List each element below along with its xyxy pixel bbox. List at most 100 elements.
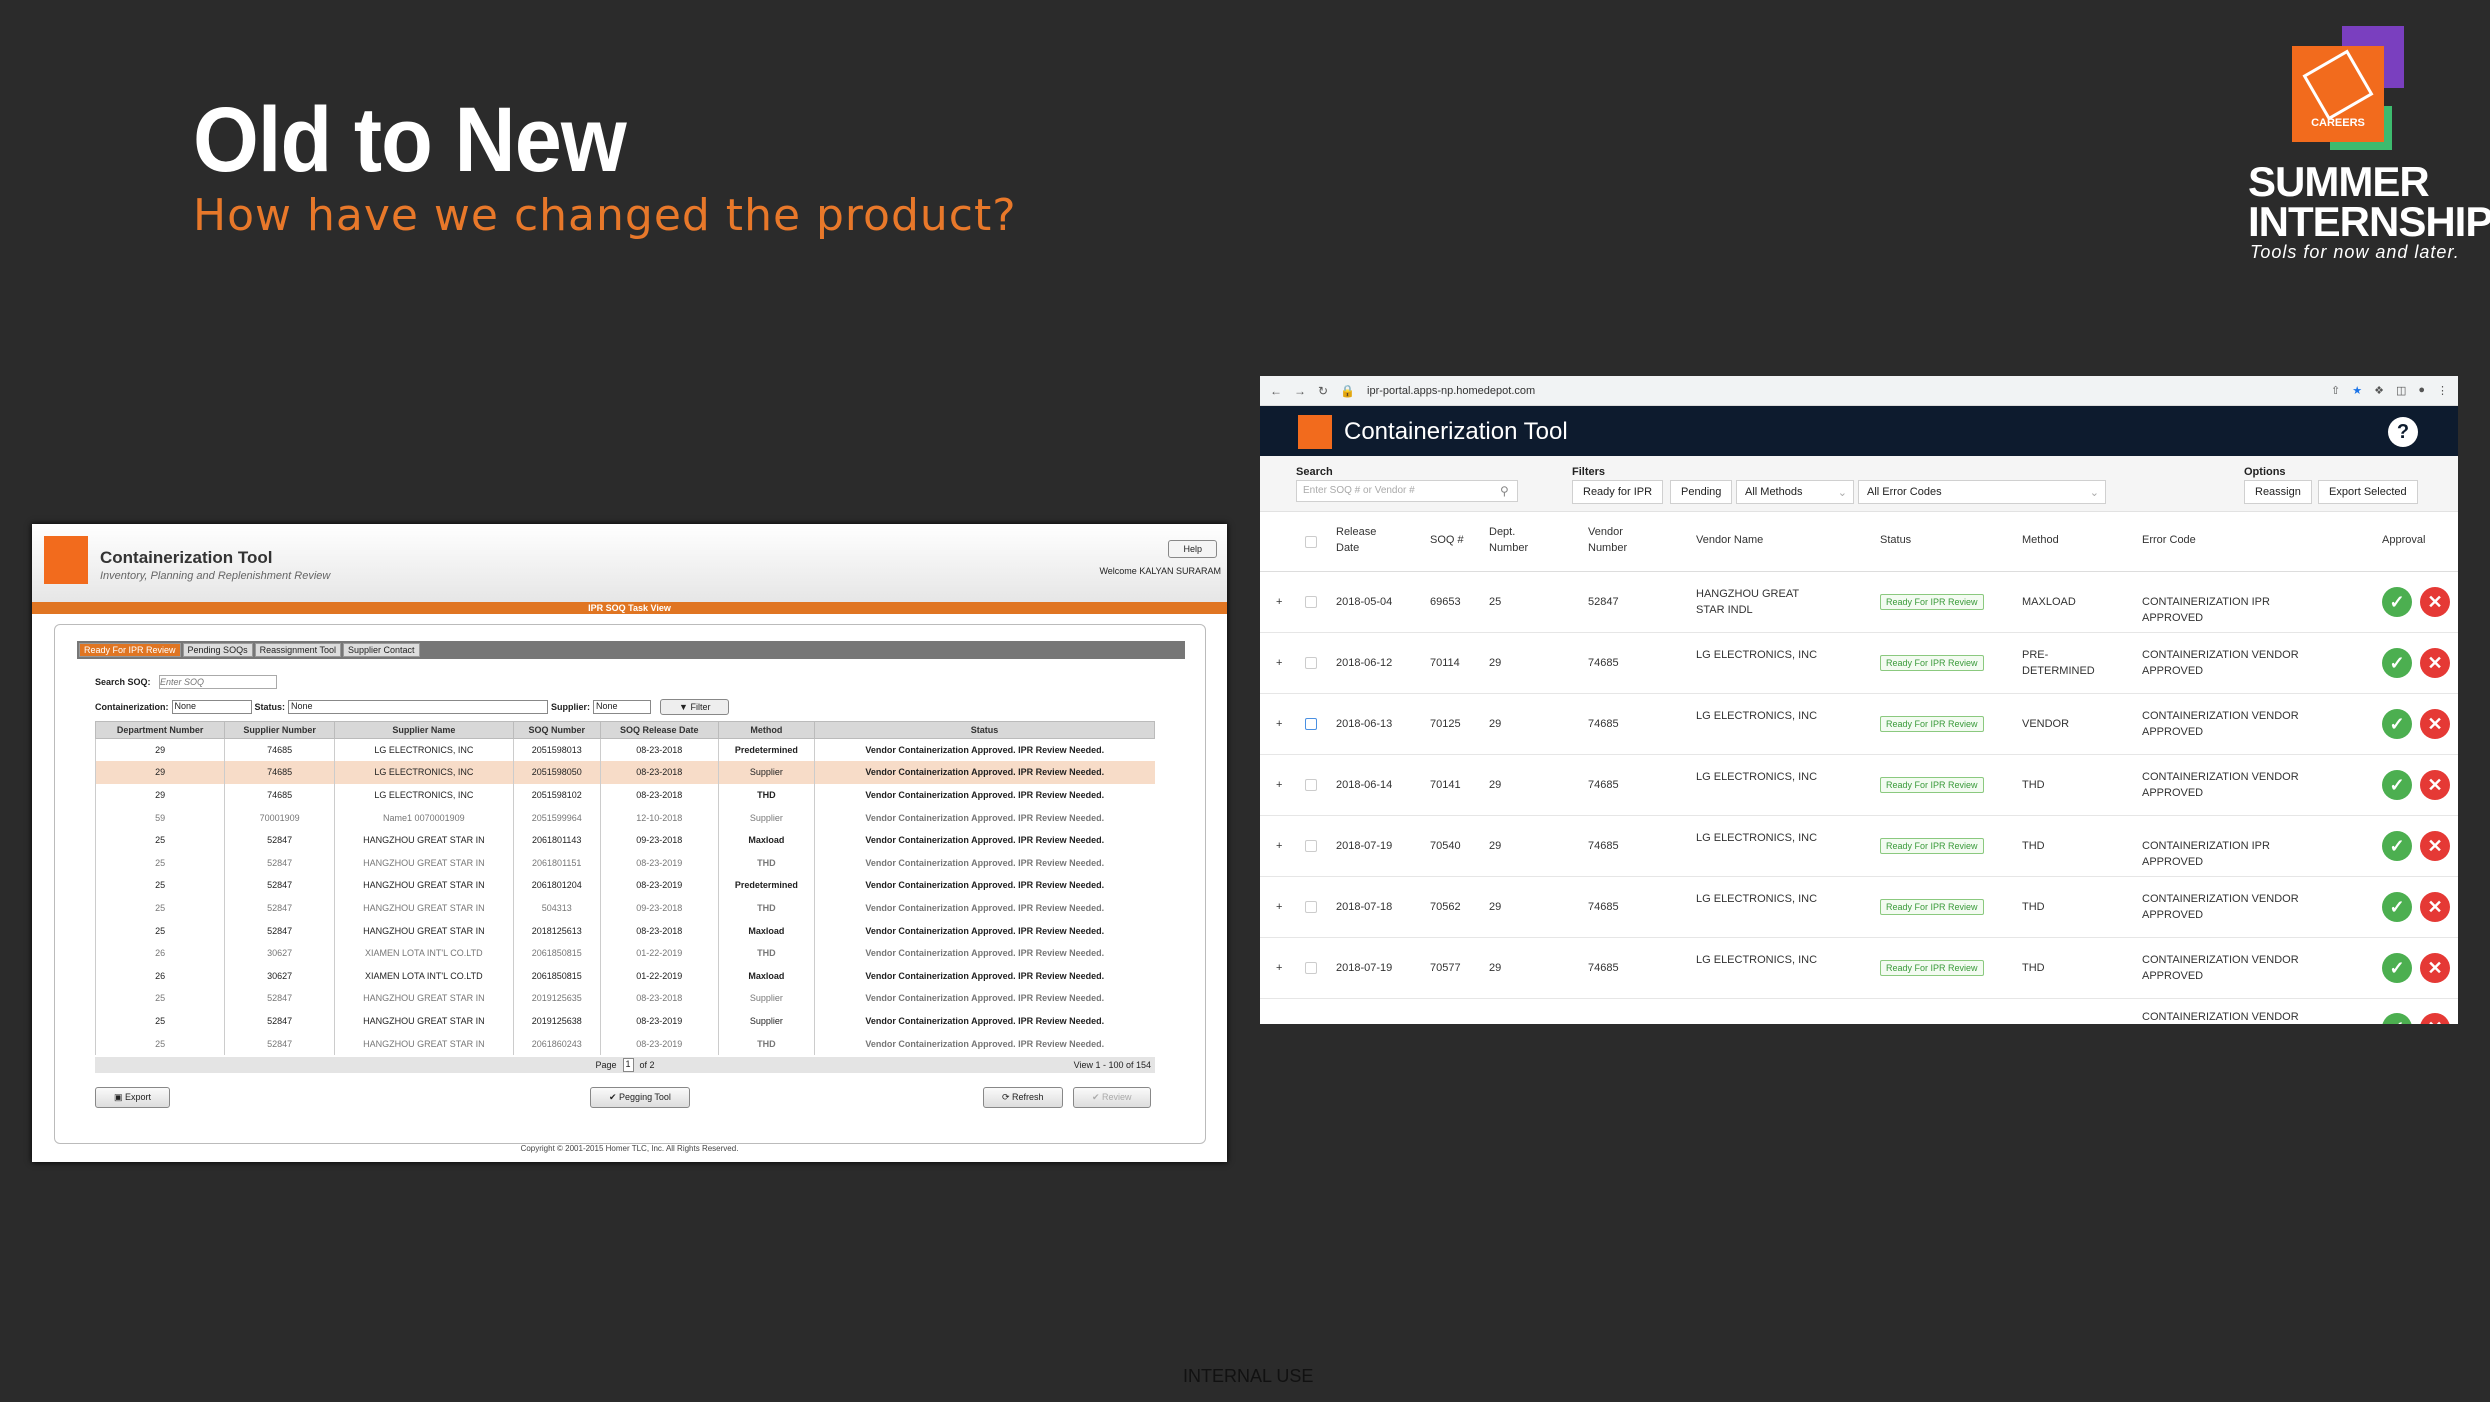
table-row[interactable]: 25 52847 HANGZHOU GREAT STAR IN 2061860243 0…: [94, 1032, 1155, 1055]
col-soq[interactable]: SOQ #: [1430, 532, 1464, 548]
table-row[interactable]: 29 74685 LG ELECTRONICS, INC 2051598102 08-2…: [94, 783, 1155, 807]
table-row[interactable]: +2018-07-19 70577 29 74685 LG ELECTRONICS, I…: [1260, 938, 2458, 999]
old-pegging-button[interactable]: ✔ Pegging Tool: [590, 1087, 690, 1108]
approve-check-icon[interactable]: ✓: [2382, 709, 2412, 739]
share-icon[interactable]: ⇧: [2331, 384, 2340, 397]
approve-check-icon[interactable]: ✓: [2382, 770, 2412, 800]
old-export-button[interactable]: ▣ Export: [95, 1087, 171, 1108]
old-filter-button[interactable]: ▼ Filter: [660, 699, 730, 715]
row-checkbox[interactable]: [1305, 596, 1317, 608]
expand-icon[interactable]: +: [1276, 777, 1282, 793]
search-input[interactable]: Enter SOQ # or Vendor #: [1296, 480, 1518, 502]
old-search-input[interactable]: [159, 675, 278, 689]
row-checkbox[interactable]: [1305, 718, 1317, 730]
reload-icon[interactable]: ↻: [1318, 384, 1328, 398]
old-refresh-button[interactable]: ⟳ Refresh: [983, 1087, 1063, 1108]
method-select[interactable]: All Methods ⌄: [1736, 480, 1854, 504]
table-row[interactable]: +2018-07-19 70540 29 74685 LG ELECTRONICS, I…: [1260, 816, 2458, 877]
containerization-select[interactable]: None: [171, 700, 252, 714]
error-code-select[interactable]: All Error Codes ⌄: [1858, 480, 2106, 504]
old-tab-pending[interactable]: Pending SOQs: [182, 643, 253, 657]
expand-icon[interactable]: +: [1276, 655, 1282, 671]
col-release-date[interactable]: Release Date: [1336, 524, 1396, 556]
table-row[interactable]: 29 74685 LG ELECTRONICS, INC 2051598013 08-2…: [94, 738, 1155, 762]
profile-icon[interactable]: ●: [2418, 384, 2425, 397]
row-checkbox[interactable]: [1305, 840, 1317, 852]
table-row[interactable]: 26 30627 XIAMEN LOTA INT'L CO.LTD 206185081…: [94, 941, 1155, 965]
table-row[interactable]: 25 52847 HANGZHOU GREAT STAR IN 2061801204 0…: [94, 874, 1155, 897]
table-row[interactable]: +2018-07-18 70562 29 74685 LG ELECTRONICS, I…: [1260, 877, 2458, 938]
col-department[interactable]: Department Number: [94, 721, 226, 739]
search-icon[interactable]: ⚲: [1500, 484, 1509, 498]
expand-icon[interactable]: +: [1276, 594, 1282, 610]
pager-page-input[interactable]: 1: [622, 1058, 634, 1072]
row-checkbox[interactable]: [1305, 962, 1317, 974]
reject-close-icon[interactable]: ✕: [2420, 709, 2450, 739]
supplier-select[interactable]: None: [593, 700, 652, 714]
col-error-code[interactable]: Error Code: [2142, 532, 2196, 548]
table-row[interactable]: 29 74685 LG ELECTRONICS, INC 2051598050 08-2…: [94, 761, 1155, 784]
table-row[interactable]: 26 30627 XIAMEN LOTA INT'L CO.LTD 206185081…: [94, 964, 1155, 988]
col-dept[interactable]: Dept. Number: [1489, 524, 1541, 556]
approve-check-icon[interactable]: ✓: [2382, 587, 2412, 617]
expand-icon[interactable]: +: [1276, 838, 1282, 854]
menu-icon[interactable]: ⋮: [2437, 384, 2448, 397]
reject-close-icon[interactable]: ✕: [2420, 831, 2450, 861]
table-row[interactable]: 25 52847 HANGZHOU GREAT STAR IN 504313 09-23…: [94, 896, 1155, 920]
filter-ready-button[interactable]: Ready for IPR: [1572, 480, 1664, 504]
old-review-button[interactable]: ✔ Review: [1073, 1087, 1151, 1108]
col-method[interactable]: Method: [2022, 532, 2059, 548]
col-release-date[interactable]: SOQ Release Date: [599, 721, 719, 739]
expand-icon[interactable]: +: [1276, 716, 1282, 732]
reject-close-icon[interactable]: ✕: [2420, 1013, 2450, 1024]
expand-icon[interactable]: +: [1276, 899, 1282, 915]
col-status[interactable]: Status: [1880, 532, 1911, 548]
export-selected-button[interactable]: Export Selected: [2318, 480, 2418, 504]
table-row[interactable]: 25 52847 HANGZHOU GREAT STAR IN 2019125638 0…: [94, 1009, 1155, 1033]
reject-close-icon[interactable]: ✕: [2420, 587, 2450, 617]
reject-close-icon[interactable]: ✕: [2420, 953, 2450, 983]
forward-icon[interactable]: →: [1294, 384, 1306, 398]
old-tab-ready[interactable]: Ready For IPR Review: [79, 643, 181, 657]
table-row[interactable]: +2018-06-14 70141 29 74685 LG ELECTRONICS, I…: [1260, 755, 2458, 816]
expand-icon[interactable]: +: [1276, 960, 1282, 976]
col-status[interactable]: Status: [814, 721, 1155, 739]
row-checkbox[interactable]: [1305, 901, 1317, 913]
sidebar-icon[interactable]: ◫: [2396, 384, 2406, 397]
reject-close-icon[interactable]: ✕: [2420, 648, 2450, 678]
approve-check-icon[interactable]: ✓: [2382, 953, 2412, 983]
select-all-checkbox[interactable]: [1305, 536, 1317, 548]
table-row[interactable]: +2018-05-04 69653 25 52847 HANGZHOU GREAT ST…: [1260, 572, 2458, 633]
approve-check-icon[interactable]: ✓: [2382, 1013, 2412, 1024]
browser-url[interactable]: ipr-portal.apps-np.homedepot.com: [1367, 385, 1535, 397]
col-supplier-name[interactable]: Supplier Name: [333, 721, 514, 739]
table-row[interactable]: 59 70001909 Name1 0070001909 2051599964 12-1…: [94, 806, 1155, 829]
table-row[interactable]: 25 52847 HANGZHOU GREAT STAR IN 2019125635 0…: [94, 987, 1155, 1010]
old-tab-supplier-contact[interactable]: Supplier Contact: [342, 643, 420, 657]
table-row[interactable]: 25 52847 HANGZHOU GREAT STAR IN 2061801143 0…: [94, 828, 1155, 852]
reject-close-icon[interactable]: ✕: [2420, 892, 2450, 922]
row-checkbox[interactable]: [1305, 779, 1317, 791]
table-row[interactable]: +2018-06-13 70125 29 74685 LG ELECTRONICS, I…: [1260, 694, 2458, 755]
row-checkbox[interactable]: [1305, 657, 1317, 669]
approve-check-icon[interactable]: ✓: [2382, 831, 2412, 861]
old-tab-reassignment[interactable]: Reassignment Tool: [254, 643, 341, 657]
help-icon[interactable]: ?: [2388, 417, 2418, 447]
filter-pending-button[interactable]: Pending: [1670, 480, 1733, 504]
extensions-icon[interactable]: ❖: [2374, 384, 2384, 397]
table-row[interactable]: +2018-06-12 70114 29 74685 LG ELECTRONICS, I…: [1260, 633, 2458, 694]
col-supplier-number[interactable]: Supplier Number: [224, 721, 335, 739]
table-row-partial[interactable]: CONTAINERIZATION VENDOR ✓ ✕: [1260, 999, 2458, 1024]
col-method[interactable]: Method: [717, 721, 816, 739]
star-icon[interactable]: ★: [2352, 384, 2362, 397]
table-row[interactable]: 25 52847 HANGZHOU GREAT STAR IN 2018125613 0…: [94, 919, 1155, 942]
reassign-button[interactable]: Reassign: [2244, 480, 2312, 504]
old-help-button[interactable]: Help: [1168, 540, 1217, 558]
col-soq-number[interactable]: SOQ Number: [512, 721, 601, 739]
approve-check-icon[interactable]: ✓: [2382, 648, 2412, 678]
reject-close-icon[interactable]: ✕: [2420, 770, 2450, 800]
table-row[interactable]: 25 52847 HANGZHOU GREAT STAR IN 2061801151 0…: [94, 851, 1155, 875]
status-select[interactable]: None: [288, 700, 549, 714]
approve-check-icon[interactable]: ✓: [2382, 892, 2412, 922]
col-vendor-name[interactable]: Vendor Name: [1696, 532, 1763, 548]
